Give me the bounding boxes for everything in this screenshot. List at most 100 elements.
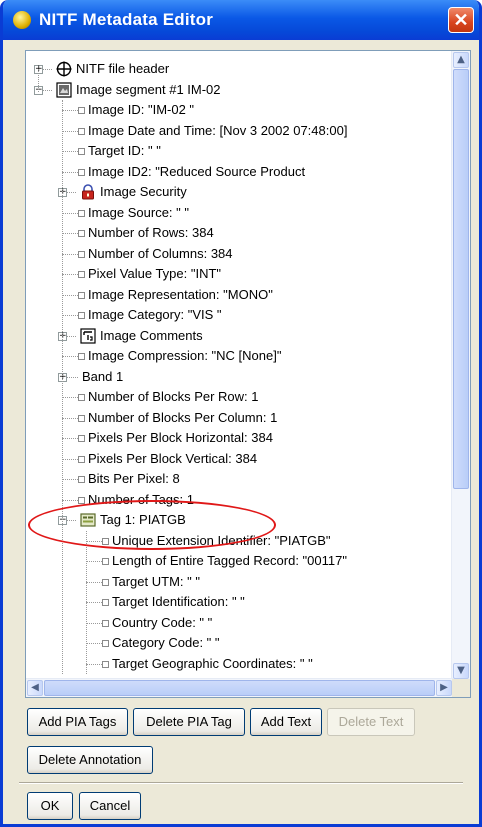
leaf-bullet-icon [78, 435, 85, 442]
cancel-button[interactable]: Cancel [79, 792, 141, 820]
tree-node-label: Image Date and Time: [Nov 3 2002 07:48:0… [88, 122, 348, 138]
tree-connector-line [62, 110, 78, 111]
tree-node-leaf[interactable]: Image Date and Time: [Nov 3 2002 07:48:0… [26, 121, 453, 141]
delete-annotation-button[interactable]: Delete Annotation [27, 746, 153, 774]
tree-connector-line [62, 417, 78, 419]
tree-node-leaf[interactable]: Image Category: "VIS " [26, 305, 453, 325]
tree-node-label: Number of Blocks Per Column: 1 [88, 409, 278, 425]
tree-node-label: Target Geographic Coordinates: " " [112, 655, 313, 671]
tree-guide-line [86, 530, 87, 674]
tree-node-label: Image Representation: "MONO" [88, 286, 273, 302]
tree-node-leaf[interactable]: Number of Blocks Per Column: 1 [26, 408, 453, 428]
tree-node-expandable[interactable]: − Tag 1: PIATGB [26, 510, 453, 530]
tree-node-expandable[interactable]: + Image Security [26, 182, 453, 202]
tree-node-label: Number of Rows: 384 [88, 225, 214, 240]
tree-node-label: Band 1 [82, 368, 124, 384]
tree-node-leaf[interactable]: Pixel Value Type: "INT" [26, 264, 453, 284]
tree-connector-line [62, 356, 78, 357]
leaf-bullet-icon [102, 619, 109, 627]
tree-node-leaf[interactable]: Bits Per Pixel: 8 [26, 469, 453, 489]
tree-node-leaf[interactable]: Country Code: " " [26, 613, 453, 633]
tree-node-leaf[interactable]: Pixels Per Block Horizontal: 384 [26, 428, 453, 448]
tree-node-leaf[interactable]: Image ID: "IM-02 " [26, 100, 453, 120]
tree-guide-line [38, 69, 39, 92]
leaf-bullet-icon [102, 578, 109, 586]
tree-node-expandable[interactable]: + Image Comments [26, 326, 453, 346]
lock-icon [80, 184, 96, 200]
leaf-bullet-icon [78, 496, 85, 504]
leaf-bullet-icon [78, 230, 85, 237]
app-icon [13, 11, 31, 29]
tree-node-leaf[interactable]: Category Code: " " [26, 633, 453, 653]
leaf-bullet-icon [78, 455, 85, 463]
tree-node-leaf[interactable]: Pixels Per Block Vertical: 384 [26, 449, 453, 469]
tree-node-leaf[interactable]: Number of Columns: 384 [26, 244, 453, 264]
tree-viewport: + NITF file header − Image segment #1 IM-02… [26, 51, 453, 681]
leaf-bullet-icon [78, 107, 85, 114]
ok-button[interactable]: OK [27, 792, 73, 820]
horizontal-scrollbar[interactable]: ◀ ▶ [26, 678, 453, 697]
vertical-scroll-thumb[interactable] [453, 69, 469, 489]
leaf-bullet-icon [78, 291, 85, 299]
delete-text-button[interactable]: Delete Text [327, 708, 415, 736]
tree-node-leaf[interactable]: Number of Rows: 384 [26, 223, 453, 243]
leaf-bullet-icon [78, 394, 85, 401]
add-pia-tags-button[interactable]: Add PIA Tags [27, 708, 128, 736]
scroll-right-arrow-icon[interactable]: ▶ [436, 680, 452, 696]
tag-icon [80, 512, 96, 528]
tree-node-label: Pixels Per Block Vertical: 384 [88, 450, 258, 466]
leaf-bullet-icon [102, 558, 109, 565]
image-segment-icon [56, 81, 72, 98]
tree-node-label: Image ID: "IM-02 " [88, 102, 195, 117]
tree-node-leaf[interactable]: Length of Entire Tagged Record: "00117" [26, 551, 453, 571]
scroll-up-arrow-icon[interactable]: ▲ [453, 52, 469, 68]
tree-connector-line [86, 622, 102, 624]
metadata-tree[interactable]: + NITF file header − Image segment #1 IM-02… [25, 50, 471, 698]
add-text-button[interactable]: Add Text [250, 708, 322, 736]
tree-node-leaf[interactable]: Image Compression: "NC [None]" [26, 346, 453, 366]
tree-connector-line [62, 171, 78, 173]
tree-node-label: Target UTM: " " [112, 573, 200, 589]
tree-node-leaf[interactable]: Target Geographic Coordinates: " " [26, 654, 453, 674]
tree-connector-line [62, 397, 78, 398]
leaf-bullet-icon [78, 353, 85, 360]
tree-node-label: Unique Extension Identifier: "PIATGB" [112, 532, 331, 548]
tree-connector-line [62, 438, 78, 439]
leaf-bullet-icon [78, 168, 85, 176]
horizontal-scroll-thumb[interactable] [44, 680, 435, 696]
close-button[interactable]: ✕ [448, 7, 474, 33]
tree-node-leaf[interactable]: Image ID2: "Reduced Source Product [26, 162, 453, 182]
tree-node-leaf[interactable]: Target ID: " " [26, 141, 453, 161]
tree-node-label: Image segment #1 IM-02 [76, 81, 221, 97]
tree-node-expandable[interactable]: + NITF file header [26, 59, 453, 79]
leaf-bullet-icon [78, 414, 85, 422]
tree-node-label: Image ID2: "Reduced Source Product [88, 163, 306, 179]
tree-connector-line [86, 643, 102, 644]
leaf-bullet-icon [102, 537, 109, 545]
leaf-bullet-icon [102, 660, 109, 668]
vertical-scrollbar[interactable]: ▲ ▼ [451, 51, 470, 681]
tree-node-leaf[interactable]: Number of Blocks Per Row: 1 [26, 387, 453, 407]
scroll-left-arrow-icon[interactable]: ◀ [27, 680, 43, 696]
leaf-bullet-icon [78, 209, 85, 217]
tree-connector-line [62, 274, 78, 275]
tree-node-leaf[interactable]: Image Representation: "MONO" [26, 285, 453, 305]
tree-node-expandable[interactable]: − Image segment #1 IM-02 [26, 80, 453, 100]
scrollbar-corner [452, 679, 470, 697]
tree-connector-line [62, 253, 78, 255]
tree-connector-line [62, 458, 78, 460]
title-bar[interactable]: NITF Metadata Editor ✕ [3, 0, 479, 40]
leaf-bullet-icon [78, 148, 85, 155]
tree-node-leaf[interactable]: Target UTM: " " [26, 572, 453, 592]
delete-pia-tag-button[interactable]: Delete PIA Tag [133, 708, 245, 736]
tree-node-expandable[interactable]: + Band 1 [26, 367, 453, 387]
tree-node-leaf[interactable]: Unique Extension Identifier: "PIATGB" [26, 531, 453, 551]
leaf-bullet-icon [78, 271, 85, 278]
tree-node-leaf[interactable]: Target Identification: " " [26, 592, 453, 612]
tree-node-leaf[interactable]: Number of Tags: 1 [26, 490, 453, 510]
scroll-down-arrow-icon[interactable]: ▼ [453, 663, 469, 679]
tree-node-leaf[interactable]: Image Source: " " [26, 203, 453, 223]
tree-node-label: Number of Tags: 1 [88, 491, 194, 507]
tree-connector-line [62, 294, 78, 296]
tree-node-label: Image Comments [100, 327, 203, 343]
